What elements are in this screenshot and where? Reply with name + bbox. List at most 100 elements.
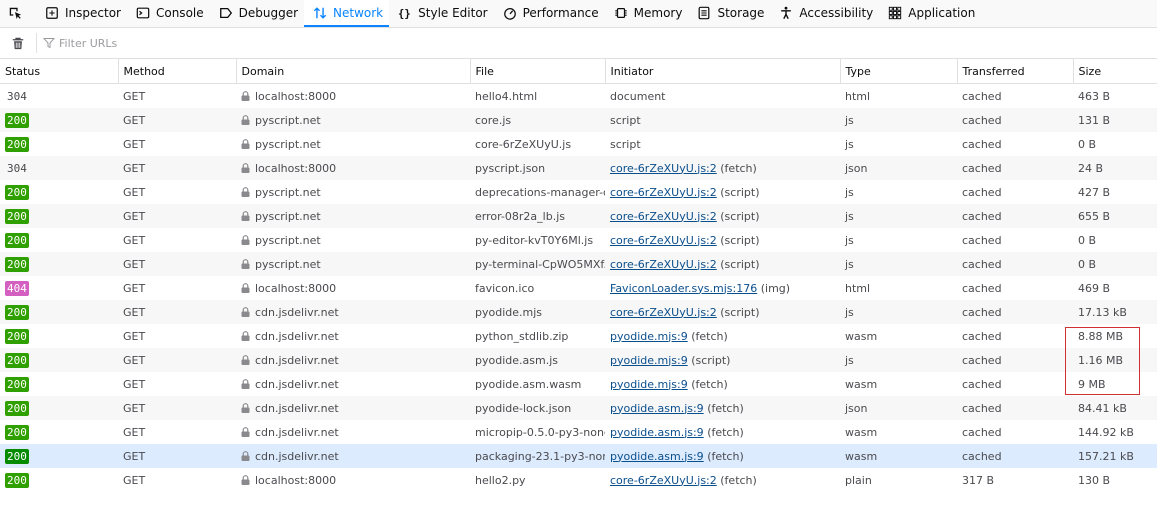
status-badge: 200 — [5, 472, 29, 488]
initiator-link[interactable]: core-6rZeXUyU.js:2 — [610, 186, 717, 199]
size-cell: 157.21 kB — [1073, 444, 1157, 468]
request-row[interactable]: 200 GET pyscript.net error-08r2a_lb.js core-… — [0, 204, 1157, 228]
transferred-cell: cached — [962, 185, 1002, 199]
initiator-link[interactable]: pyodide.mjs:9 — [610, 378, 688, 391]
column-header-method[interactable]: Method — [118, 59, 237, 84]
type-cell: json — [840, 396, 957, 420]
initiator-link[interactable]: core-6rZeXUyU.js:2 — [610, 234, 717, 247]
request-row[interactable]: 200 GET cdn.jsdelivr.net pyodide-lock.json p… — [0, 396, 1157, 420]
initiator-link[interactable]: pyodide.asm.js:9 — [610, 402, 704, 415]
initiator-link[interactable]: pyodide.asm.js:9 — [610, 426, 704, 439]
clear-requests-button[interactable] — [8, 33, 28, 53]
domain-text: localhost:8000 — [255, 473, 337, 487]
method-cell: GET — [118, 204, 236, 228]
column-header-file[interactable]: File — [470, 59, 606, 84]
request-row[interactable]: 200 GET pyscript.net core-6rZeXUyU.js script… — [0, 132, 1157, 156]
column-header-status[interactable]: Status — [0, 59, 119, 84]
request-row[interactable]: 200 GET localhost:8000 hello2.py core-6rZeXU… — [0, 468, 1157, 492]
tab-memory[interactable]: Memory — [605, 0, 689, 27]
tab-application[interactable]: Application — [879, 0, 981, 27]
initiator-link[interactable]: core-6rZeXUyU.js:2 — [610, 306, 717, 319]
filter-urls-input[interactable] — [59, 36, 459, 50]
request-row[interactable]: 304 GET localhost:8000 hello4.html document h… — [0, 84, 1157, 109]
status-cell: 200 — [0, 252, 118, 276]
tab-label: Style Editor — [418, 5, 488, 20]
tab-inspector[interactable]: Inspector — [36, 0, 127, 27]
initiator-link[interactable]: core-6rZeXUyU.js:2 — [610, 258, 717, 271]
tab-storage[interactable]: Storage — [688, 0, 770, 27]
status-cell: 304 — [0, 156, 118, 180]
method-cell: GET — [123, 377, 146, 391]
request-row[interactable]: 200 GET cdn.jsdelivr.net python_stdlib.zip p… — [0, 324, 1157, 348]
initiator-cell: script — [605, 132, 840, 156]
column-header-size[interactable]: Size — [1073, 59, 1157, 84]
status-badge: 304 — [7, 161, 27, 175]
initiator-link[interactable]: pyodide.mjs:9 — [610, 354, 688, 367]
lock-icon — [241, 186, 250, 197]
method-cell: GET — [123, 185, 146, 199]
initiator-cell: pyodide.asm.js:9 (fetch) — [605, 396, 840, 420]
request-row[interactable]: 200 GET cdn.jsdelivr.net micropip-0.5.0-py3… — [0, 420, 1157, 444]
method-cell: GET — [123, 329, 146, 343]
tab-console[interactable]: Console — [127, 0, 210, 27]
request-row[interactable]: 304 GET localhost:8000 pyscript.json core-6r… — [0, 156, 1157, 180]
tab-label: Console — [155, 5, 204, 20]
request-row[interactable]: 200 GET pyscript.net py-terminal-CpWO5MXf.j… — [0, 252, 1157, 276]
domain-cell: cdn.jsdelivr.net — [236, 324, 470, 348]
status-badge: 200 — [5, 424, 29, 440]
domain-cell: pyscript.net — [236, 204, 470, 228]
type-cell: html — [845, 89, 871, 103]
request-row[interactable]: 200 GET cdn.jsdelivr.net packaging-23.1-py3… — [0, 444, 1157, 468]
method-cell: GET — [118, 348, 236, 372]
request-row[interactable]: 200 GET pyscript.net deprecations-manager-d… — [0, 180, 1157, 204]
tab-debugger[interactable]: Debugger — [210, 0, 304, 27]
status-cell: 200 — [0, 132, 118, 156]
domain-text: pyscript.net — [255, 137, 321, 151]
element-picker-button[interactable] — [0, 0, 36, 27]
transferred-cell: cached — [962, 89, 1002, 103]
domain-cell: cdn.jsdelivr.net — [236, 396, 470, 420]
initiator-cell: pyodide.mjs:9 (fetch) — [605, 324, 840, 348]
initiator-link[interactable]: FaviconLoader.sys.mjs:176 — [610, 282, 757, 295]
initiator-link[interactable]: core-6rZeXUyU.js:2 — [610, 162, 717, 175]
type-cell: js — [840, 252, 957, 276]
transferred-cell: cached — [957, 348, 1073, 372]
lock-icon — [241, 450, 250, 461]
file-cell: hello4.html — [475, 89, 538, 103]
transferred-cell: cached — [962, 233, 1002, 247]
initiator-link[interactable]: pyodide.mjs:9 — [610, 330, 688, 343]
network-icon — [312, 5, 328, 21]
tab-accessibility[interactable]: Accessibility — [770, 0, 879, 27]
request-row[interactable]: 200 GET cdn.jsdelivr.net pyodide.asm.wasm py… — [0, 372, 1157, 396]
column-header-type[interactable]: Type — [840, 59, 958, 84]
status-badge: 200 — [5, 352, 29, 368]
lock-icon — [241, 234, 250, 245]
column-header-transferred[interactable]: Transferred — [957, 59, 1074, 84]
initiator-link[interactable]: core-6rZeXUyU.js:2 — [610, 474, 717, 487]
tab-performance[interactable]: Performance — [494, 0, 605, 27]
domain-cell: pyscript.net — [236, 108, 470, 132]
transferred-cell: cached — [962, 281, 1002, 295]
file-cell: error-08r2a_lb.js — [470, 204, 605, 228]
request-row[interactable]: 200 GET cdn.jsdelivr.net pyodide.asm.js pyod… — [0, 348, 1157, 372]
file-cell: pyodide-lock.json — [470, 396, 605, 420]
lock-icon — [241, 306, 250, 317]
method-cell: GET — [118, 300, 236, 324]
request-row[interactable]: 404 GET localhost:8000 favicon.ico FaviconLo… — [0, 276, 1157, 300]
status-cell: 200 — [0, 372, 118, 396]
method-cell: GET — [123, 233, 146, 247]
tab-network[interactable]: Network — [304, 0, 390, 27]
debugger-icon — [218, 5, 234, 21]
request-row[interactable]: 200 GET pyscript.net core.js script js cached 1… — [0, 108, 1157, 132]
lock-icon — [241, 330, 250, 341]
tab-label: Inspector — [65, 5, 121, 20]
column-header-domain[interactable]: Domain — [236, 59, 471, 84]
type-cell: wasm — [845, 425, 878, 439]
initiator-link[interactable]: pyodide.asm.js:9 — [610, 450, 704, 463]
tab-style-editor[interactable]: {} Style Editor — [389, 0, 493, 27]
initiator-link[interactable]: core-6rZeXUyU.js:2 — [610, 210, 717, 223]
request-row[interactable]: 200 GET pyscript.net py-editor-kvT0Y6Ml.js c… — [0, 228, 1157, 252]
lock-icon — [241, 114, 250, 125]
request-row[interactable]: 200 GET cdn.jsdelivr.net pyodide.mjs core-6r… — [0, 300, 1157, 324]
column-header-initiator[interactable]: Initiator — [605, 59, 841, 84]
